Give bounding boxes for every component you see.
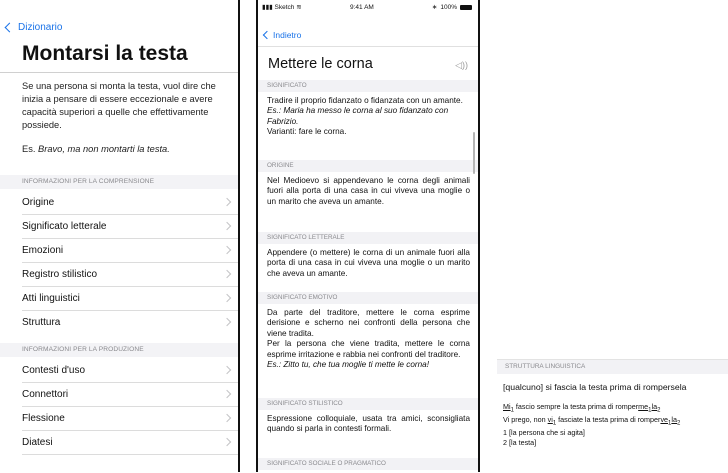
list-item-label: Contesti d'uso	[22, 364, 86, 376]
chevron-right-icon	[222, 197, 232, 207]
emotivo-text-2: Per la persona che viene tradita, metter…	[267, 339, 470, 359]
battery-icon	[460, 4, 472, 10]
example-text: Es.: Zitto tu, che tua moglie ti mette l…	[267, 360, 470, 370]
list-item-emozioni[interactable]: Emozioni	[22, 238, 238, 263]
chevron-right-icon	[222, 269, 232, 279]
section-header-production: INFORMAZIONI PER LA PRODUZIONE	[0, 343, 238, 357]
speaker-icon[interactable]: ◁))	[455, 60, 468, 71]
list-item-diatesi[interactable]: Diatesi	[22, 430, 238, 455]
section-body-stilistico: Espressione colloquiale, usata tra amici…	[267, 414, 470, 434]
section-header-comprehension: INFORMAZIONI PER LA COMPRENSIONE	[0, 175, 238, 189]
text: Vi prego, non	[503, 415, 548, 425]
battery-percent: 100%	[440, 3, 457, 11]
chevron-left-icon	[262, 30, 272, 40]
divider	[0, 72, 238, 73]
list-item-label: Emozioni	[22, 244, 64, 256]
chevron-right-icon	[222, 293, 232, 303]
bluetooth-icon: ∗	[431, 4, 438, 11]
list-item-label: Flessione	[22, 412, 65, 424]
structure-example-1: Mi1 fascio sempre la testa prima di romp…	[503, 402, 680, 415]
list-item-label: Diatesi	[22, 436, 53, 448]
back-button[interactable]: Indietro	[262, 30, 302, 40]
status-time: 9:41 AM	[350, 3, 374, 11]
list-item-atti-linguistici[interactable]: Atti linguistici	[22, 286, 238, 311]
list-item-label: Registro stilistico	[22, 268, 98, 280]
middle-screen: ▮▮▮ Sketch ≋ 9:41 AM ∗ 100% Indietro Mett…	[256, 0, 480, 472]
list-item-significato-letterale[interactable]: Significato letterale	[22, 214, 238, 239]
example-text: Es.: Maria ha messo le corna al suo fida…	[267, 106, 470, 127]
section-header-significato: SIGNIFICATO	[258, 80, 478, 92]
text: fascio sempre la testa prima di romper	[513, 402, 639, 411]
scrollbar[interactable]	[473, 132, 475, 174]
structure-example-2: Vi prego, non vi1 fasciate la testa prim…	[503, 415, 680, 428]
index: 2	[657, 407, 661, 414]
structure-pattern: [qualcuno] si fascia la testa prima di r…	[503, 382, 687, 392]
chevron-right-icon	[222, 245, 232, 255]
chevron-right-icon	[222, 389, 232, 399]
section-header-origine: ORIGINE	[258, 160, 478, 172]
section-header-stilistico: SIGNIFICATO STILISTICO	[258, 398, 478, 410]
section-header-emotivo: SIGNIFICATO EMOTIVO	[258, 292, 478, 304]
clitic: ve	[660, 415, 669, 425]
definition-text: Se una persona si monta la testa, vuol d…	[22, 81, 216, 130]
list-item-connettori[interactable]: Connettori	[22, 382, 238, 407]
list-item-flessione[interactable]: Flessione	[22, 406, 238, 431]
section-body-origine: Nel Medioevo si appendevano le corna deg…	[267, 176, 470, 206]
structure-examples: Mi1 fascio sempre la testa prima di romp…	[503, 402, 680, 429]
example-prefix: Es.	[22, 144, 36, 154]
carrier-name: Sketch	[274, 4, 295, 11]
section-body-letterale: Appendere (o mettere) le corna di un ani…	[267, 248, 470, 278]
clitic: Mi	[503, 402, 511, 411]
section-header-sociale: SIGNIFICATO SOCIALE O PRAGMATICO	[258, 458, 478, 470]
chevron-right-icon	[222, 221, 232, 231]
back-button[interactable]: Dizionario	[4, 22, 63, 33]
meaning-text: Tradire il proprio fidanzato o fidanzata…	[267, 96, 463, 105]
variants-text: Varianti: fare le corna.	[267, 127, 347, 137]
structure-legend: 1 [la persona che si agita] 2 [la testa]	[503, 428, 585, 447]
chevron-right-icon	[222, 413, 232, 423]
list-item-label: Connettori	[22, 388, 69, 400]
chevron-left-icon	[4, 22, 15, 33]
index: 2	[676, 420, 681, 427]
section-body-significato: Tradire il proprio fidanzato o fidanzata…	[267, 96, 470, 138]
example-sentence: Es.: Maria ha messo le corna al suo fida…	[267, 106, 449, 126]
status-bar: ▮▮▮ Sketch ≋ 9:41 AM ∗ 100%	[258, 0, 478, 14]
list-item-label: Atti linguistici	[22, 292, 80, 304]
chevron-right-icon	[222, 317, 232, 327]
text: fasciate la testa prima di romper	[556, 415, 661, 425]
linguistic-structure-card: STRUTTURA LINGUISTICA [qualcuno] si fasc…	[497, 359, 728, 473]
emotivo-text-1: Da parte del traditore, mettere le corna…	[267, 308, 470, 338]
page-title: Mettere le corna	[268, 56, 373, 72]
legend-item-1: 1 [la persona che si agita]	[503, 428, 585, 437]
section-header-struttura: STRUTTURA LINGUISTICA	[497, 360, 728, 374]
wifi-icon: ≋	[296, 4, 302, 11]
list-item-contesti-uso[interactable]: Contesti d'uso	[22, 358, 238, 383]
clitic: me	[638, 402, 649, 411]
list-item-registro-stilistico[interactable]: Registro stilistico	[22, 262, 238, 287]
example-text: Es. Bravo, ma non montarti la testa.	[22, 144, 230, 154]
chevron-right-icon	[222, 365, 232, 375]
left-screen: Dizionario Montarsi la testa Se una pers…	[0, 0, 240, 472]
carrier-label: ▮▮▮ Sketch ≋	[262, 4, 302, 11]
list-item-origine[interactable]: Origine	[22, 190, 238, 215]
list-item-struttura[interactable]: Struttura	[22, 310, 238, 334]
back-label: Indietro	[273, 30, 302, 40]
battery-indicator: ∗ 100%	[432, 3, 472, 11]
chevron-right-icon	[222, 437, 232, 447]
list-item-label: Struttura	[22, 316, 61, 328]
back-label: Dizionario	[18, 22, 63, 33]
list-item-label: Origine	[22, 196, 55, 208]
example-sentence: Es.: Zitto tu, che tua moglie ti mette l…	[267, 360, 430, 370]
divider	[258, 46, 478, 47]
page-title: Montarsi la testa	[22, 42, 188, 65]
legend-item-2: 2 [la testa]	[503, 437, 537, 447]
example-sentence: Bravo, ma non montarti la testa.	[38, 144, 170, 154]
section-header-letterale: SIGNIFICATO LETTERALE	[258, 232, 478, 244]
section-body-emotivo: Da parte del traditore, mettere le corna…	[267, 308, 470, 370]
list-item-label: Significato letterale	[22, 220, 107, 232]
